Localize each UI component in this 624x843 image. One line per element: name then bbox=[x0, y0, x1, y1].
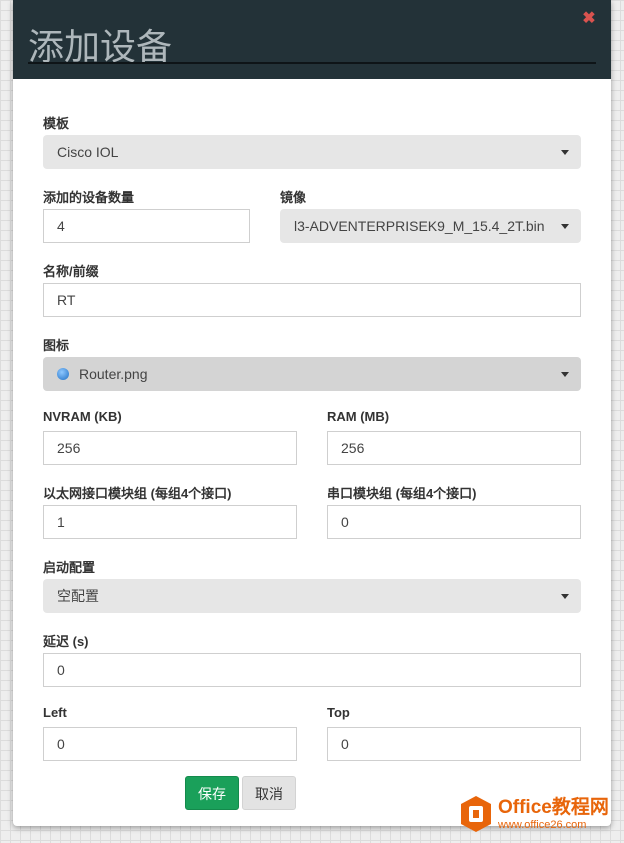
left-input[interactable]: 0 bbox=[43, 727, 297, 761]
watermark-title: Office教程网 bbox=[498, 796, 609, 818]
ram-label: RAM (MB) bbox=[327, 409, 390, 424]
chevron-down-icon bbox=[561, 224, 569, 229]
template-label: 模板 bbox=[43, 116, 70, 131]
icon-select[interactable]: Router.png bbox=[43, 357, 581, 391]
close-icon[interactable]: ✖ bbox=[582, 11, 596, 27]
startup-value: 空配置 bbox=[57, 588, 99, 604]
template-select[interactable]: Cisco IOL bbox=[43, 135, 581, 169]
ethernet-label: 以太网接口模块组 (每组4个接口) bbox=[43, 486, 232, 501]
chevron-down-icon bbox=[561, 372, 569, 377]
chevron-down-icon bbox=[561, 594, 569, 599]
ram-input[interactable]: 256 bbox=[327, 431, 581, 465]
image-label: 镜像 bbox=[280, 190, 307, 205]
dialog-header: 添加设备 ✖ bbox=[13, 0, 611, 79]
image-select[interactable]: l3-ADVENTERPRISEK9_M_15.4_2T.bin bbox=[280, 209, 581, 243]
startup-config-select[interactable]: 空配置 bbox=[43, 579, 581, 613]
icon-value: Router.png bbox=[79, 366, 148, 382]
watermark-url: www.office26.com bbox=[498, 818, 587, 831]
serial-label: 串口模块组 (每组4个接口) bbox=[327, 486, 477, 501]
name-prefix-input[interactable]: RT bbox=[43, 283, 581, 317]
top-input[interactable]: 0 bbox=[327, 727, 581, 761]
nvram-label: NVRAM (KB) bbox=[43, 409, 122, 424]
title-underline bbox=[28, 62, 596, 64]
delay-label: 延迟 (s) bbox=[43, 634, 89, 649]
top-label: Top bbox=[327, 705, 350, 720]
save-button[interactable]: 保存 bbox=[185, 776, 239, 810]
serial-input[interactable]: 0 bbox=[327, 505, 581, 539]
add-device-dialog: 添加设备 ✖ 模板 Cisco IOL 添加的设备数量 4 镜像 l3-ADVE… bbox=[13, 0, 611, 826]
office-watermark: Office教程网 www.office26.com bbox=[459, 792, 624, 836]
ethernet-input[interactable]: 1 bbox=[43, 505, 297, 539]
chevron-down-icon bbox=[561, 150, 569, 155]
left-label: Left bbox=[43, 705, 67, 720]
count-label: 添加的设备数量 bbox=[43, 190, 135, 205]
office-logo-icon bbox=[459, 795, 493, 833]
startup-label: 启动配置 bbox=[43, 560, 96, 575]
cancel-button[interactable]: 取消 bbox=[242, 776, 296, 810]
nvram-input[interactable]: 256 bbox=[43, 431, 297, 465]
image-value: l3-ADVENTERPRISEK9_M_15.4_2T.bin bbox=[294, 218, 545, 234]
name-label: 名称/前缀 bbox=[43, 264, 99, 279]
delay-input[interactable]: 0 bbox=[43, 653, 581, 687]
device-count-input[interactable]: 4 bbox=[43, 209, 250, 243]
router-icon bbox=[57, 368, 69, 381]
icon-label: 图标 bbox=[43, 338, 70, 353]
template-value: Cisco IOL bbox=[57, 144, 119, 160]
